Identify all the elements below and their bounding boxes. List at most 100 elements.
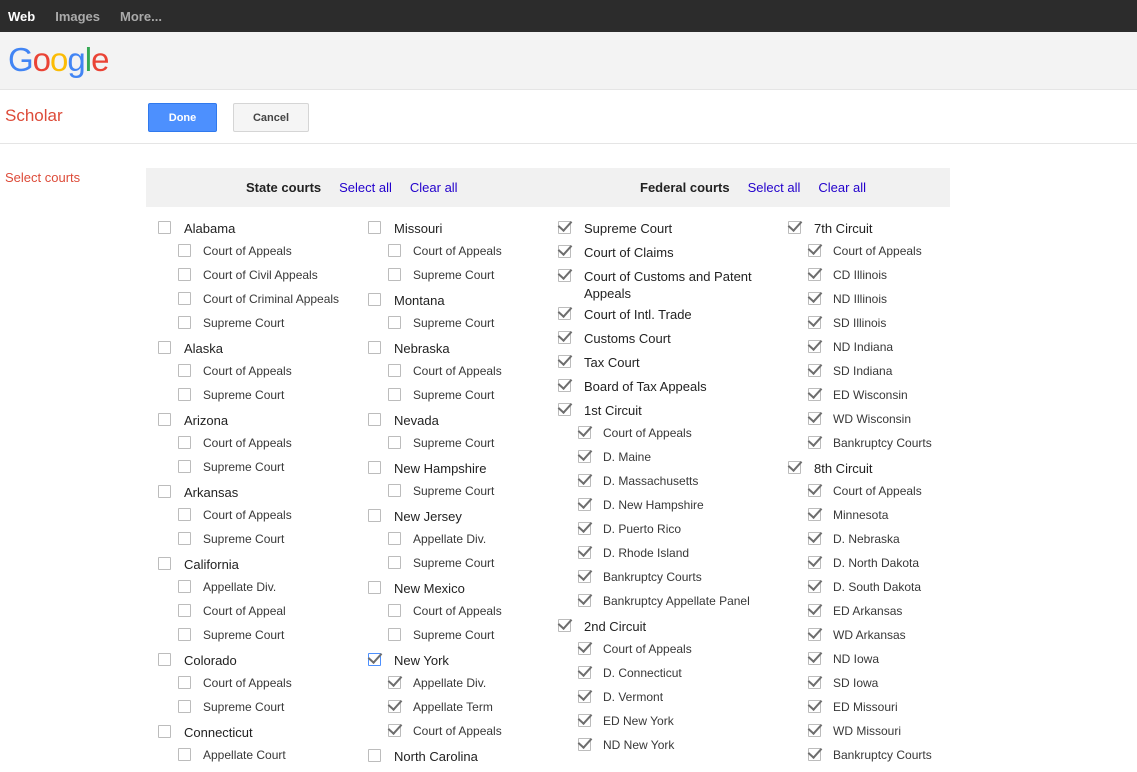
- court-row[interactable]: D. Puerto Rico: [558, 518, 780, 542]
- court-row[interactable]: Appellate Court: [158, 744, 356, 768]
- court-group-row[interactable]: Alaska: [158, 340, 356, 360]
- court-group-label[interactable]: New Hampshire: [394, 460, 486, 477]
- court-row[interactable]: D. Nebraska: [788, 528, 978, 552]
- checkbox-checked[interactable]: [808, 244, 821, 257]
- court-group-row[interactable]: Missouri: [368, 220, 553, 240]
- federal-select-all-link[interactable]: Select all: [748, 180, 801, 195]
- checkbox-checked[interactable]: [578, 714, 591, 727]
- court-row[interactable]: Supreme Court: [368, 624, 553, 648]
- court-row[interactable]: Supreme Court: [158, 624, 356, 648]
- checkbox-unchecked[interactable]: [388, 244, 401, 257]
- court-row[interactable]: Court of Appeal: [158, 600, 356, 624]
- checkbox-checked[interactable]: [808, 748, 821, 761]
- court-label[interactable]: Minnesota: [833, 504, 888, 523]
- court-row[interactable]: Court of Appeals: [368, 240, 553, 264]
- checkbox-checked[interactable]: [388, 700, 401, 713]
- checkbox-unchecked[interactable]: [368, 221, 381, 234]
- state-clear-all-link[interactable]: Clear all: [410, 180, 458, 195]
- checkbox-unchecked[interactable]: [388, 436, 401, 449]
- court-group-row[interactable]: Colorado: [158, 652, 356, 672]
- court-label[interactable]: Bankruptcy Appellate Panel: [603, 590, 750, 609]
- checkbox-unchecked[interactable]: [388, 316, 401, 329]
- court-row[interactable]: Supreme Court: [158, 312, 356, 336]
- court-label[interactable]: D. Nebraska: [833, 528, 900, 547]
- court-label[interactable]: D. South Dakota: [833, 576, 921, 595]
- court-row[interactable]: D. South Dakota: [788, 576, 978, 600]
- court-group-label[interactable]: Court of Claims: [584, 244, 674, 261]
- checkbox-unchecked[interactable]: [368, 341, 381, 354]
- court-group-row[interactable]: Montana: [368, 292, 553, 312]
- court-group-label[interactable]: California: [184, 556, 239, 573]
- court-row[interactable]: Appellate Div.: [158, 576, 356, 600]
- court-group-label[interactable]: 2nd Circuit: [584, 618, 646, 635]
- court-row[interactable]: D. New Hampshire: [558, 494, 780, 518]
- court-label[interactable]: Supreme Court: [203, 384, 284, 403]
- google-logo[interactable]: Google: [8, 41, 108, 79]
- checkbox-unchecked[interactable]: [388, 388, 401, 401]
- court-row[interactable]: Appellate Div.: [368, 528, 553, 552]
- checkbox-unchecked[interactable]: [178, 460, 191, 473]
- court-group-label[interactable]: Court of Customs and Patent Appeals: [584, 268, 780, 302]
- checkbox-unchecked[interactable]: [368, 293, 381, 306]
- checkbox-unchecked[interactable]: [178, 244, 191, 257]
- court-label[interactable]: Court of Appeals: [413, 600, 502, 619]
- court-row[interactable]: Bankruptcy Appellate Panel: [558, 590, 780, 614]
- court-row[interactable]: Minnesota: [788, 504, 978, 528]
- court-label[interactable]: ND Iowa: [833, 648, 879, 667]
- checkbox-unchecked[interactable]: [178, 292, 191, 305]
- topnav-web[interactable]: Web: [8, 9, 35, 24]
- court-row[interactable]: CD Illinois: [788, 264, 978, 288]
- checkbox-checked[interactable]: [578, 498, 591, 511]
- checkbox-checked[interactable]: [578, 450, 591, 463]
- checkbox-unchecked[interactable]: [178, 316, 191, 329]
- checkbox-checked[interactable]: [808, 556, 821, 569]
- court-label[interactable]: Court of Civil Appeals: [203, 264, 318, 283]
- checkbox-checked[interactable]: [578, 522, 591, 535]
- checkbox-unchecked[interactable]: [178, 508, 191, 521]
- court-group-label[interactable]: 1st Circuit: [584, 402, 642, 419]
- checkbox-checked[interactable]: [808, 676, 821, 689]
- court-label[interactable]: ND Illinois: [833, 288, 887, 307]
- court-row[interactable]: Bankruptcy Courts: [788, 432, 978, 456]
- court-label[interactable]: ND New York: [603, 734, 674, 753]
- court-group-label[interactable]: Nevada: [394, 412, 439, 429]
- checkbox-unchecked[interactable]: [368, 461, 381, 474]
- court-row[interactable]: Supreme Court: [368, 312, 553, 336]
- court-label[interactable]: Supreme Court: [203, 624, 284, 643]
- court-label[interactable]: SD Iowa: [833, 672, 878, 691]
- checkbox-checked[interactable]: [808, 436, 821, 449]
- court-group-row[interactable]: Arizona: [158, 412, 356, 432]
- checkbox-unchecked[interactable]: [388, 556, 401, 569]
- checkbox-checked[interactable]: [808, 340, 821, 353]
- checkbox-checked[interactable]: [808, 388, 821, 401]
- checkbox-checked[interactable]: [558, 331, 571, 344]
- court-row[interactable]: Court of Appeals: [158, 240, 356, 264]
- court-row[interactable]: Court of Appeals: [158, 360, 356, 384]
- checkbox-unchecked[interactable]: [178, 628, 191, 641]
- checkbox-checked[interactable]: [808, 532, 821, 545]
- court-row[interactable]: Court of Appeals: [158, 432, 356, 456]
- checkbox-unchecked[interactable]: [178, 436, 191, 449]
- court-row[interactable]: Court of Appeals: [558, 638, 780, 662]
- court-label[interactable]: Supreme Court: [203, 456, 284, 475]
- checkbox-checked[interactable]: [808, 316, 821, 329]
- court-row[interactable]: WD Wisconsin: [788, 408, 978, 432]
- checkbox-checked[interactable]: [578, 594, 591, 607]
- court-group-row[interactable]: New Jersey: [368, 508, 553, 528]
- checkbox-checked[interactable]: [578, 474, 591, 487]
- court-label[interactable]: D. New Hampshire: [603, 494, 704, 513]
- court-row[interactable]: SD Iowa: [788, 672, 978, 696]
- checkbox-unchecked[interactable]: [158, 341, 171, 354]
- court-label[interactable]: Supreme Court: [203, 312, 284, 331]
- done-button[interactable]: Done: [148, 103, 217, 132]
- checkbox-checked[interactable]: [558, 403, 571, 416]
- court-label[interactable]: Court of Appeals: [203, 432, 292, 451]
- court-row[interactable]: WD Arkansas: [788, 624, 978, 648]
- court-label[interactable]: Court of Appeals: [413, 240, 502, 259]
- checkbox-checked[interactable]: [808, 604, 821, 617]
- court-group-label[interactable]: Nebraska: [394, 340, 450, 357]
- court-group-row[interactable]: Arkansas: [158, 484, 356, 504]
- court-label[interactable]: WD Missouri: [833, 720, 901, 739]
- court-row[interactable]: SD Indiana: [788, 360, 978, 384]
- court-group-label[interactable]: Supreme Court: [584, 220, 672, 237]
